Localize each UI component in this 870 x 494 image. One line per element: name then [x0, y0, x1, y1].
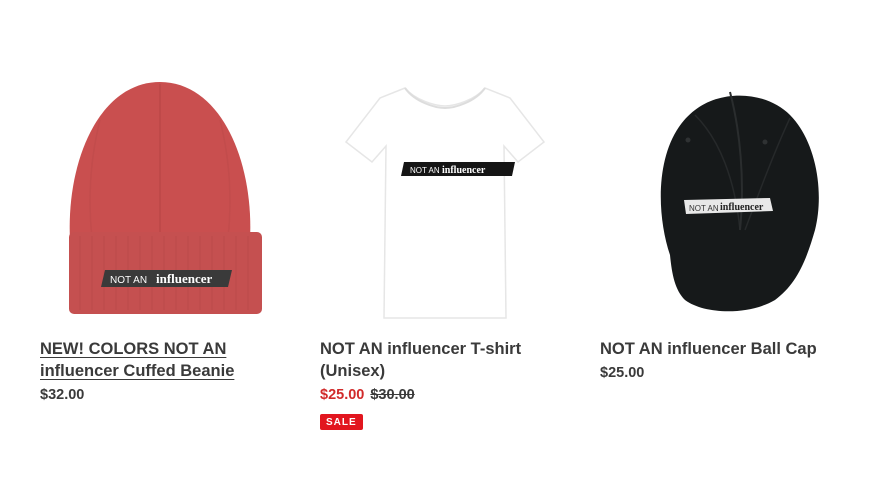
svg-text:influencer: influencer: [720, 202, 764, 213]
svg-text:NOT AN: NOT AN: [110, 275, 147, 286]
svg-text:NOT AN: NOT AN: [689, 204, 719, 213]
product-image-beanie[interactable]: NOT AN influencer: [40, 70, 280, 320]
product-card-tshirt[interactable]: NOT AN influencer NOT AN influencer T-sh…: [320, 70, 560, 430]
product-title-link[interactable]: NEW! COLORS NOT AN influencer Cuffed Bea…: [40, 338, 280, 382]
product-title-link[interactable]: NOT AN influencer T-shirt (Unisex): [320, 338, 560, 382]
product-card-beanie[interactable]: NOT AN influencer NEW! COLORS NOT AN inf…: [40, 70, 280, 406]
compare-at-price: $30.00: [370, 387, 415, 403]
svg-text:influencer: influencer: [442, 165, 486, 176]
sale-badge: SALE: [320, 414, 363, 430]
svg-text:influencer: influencer: [156, 271, 213, 286]
sale-price: $25.00: [320, 387, 365, 403]
product-title-link[interactable]: NOT AN influencer Ball Cap: [600, 338, 840, 360]
product-grid: NOT AN influencer NEW! COLORS NOT AN inf…: [40, 70, 840, 490]
product-price: $25.00: [600, 365, 645, 381]
product-image-tshirt[interactable]: NOT AN influencer: [320, 70, 560, 320]
product-image-ballcap[interactable]: NOT AN influencer: [600, 70, 840, 320]
product-card-ballcap[interactable]: NOT AN influencer NOT AN influencer Ball…: [600, 70, 840, 384]
svg-text:NOT AN: NOT AN: [410, 166, 440, 175]
product-price: $32.00: [40, 387, 85, 403]
